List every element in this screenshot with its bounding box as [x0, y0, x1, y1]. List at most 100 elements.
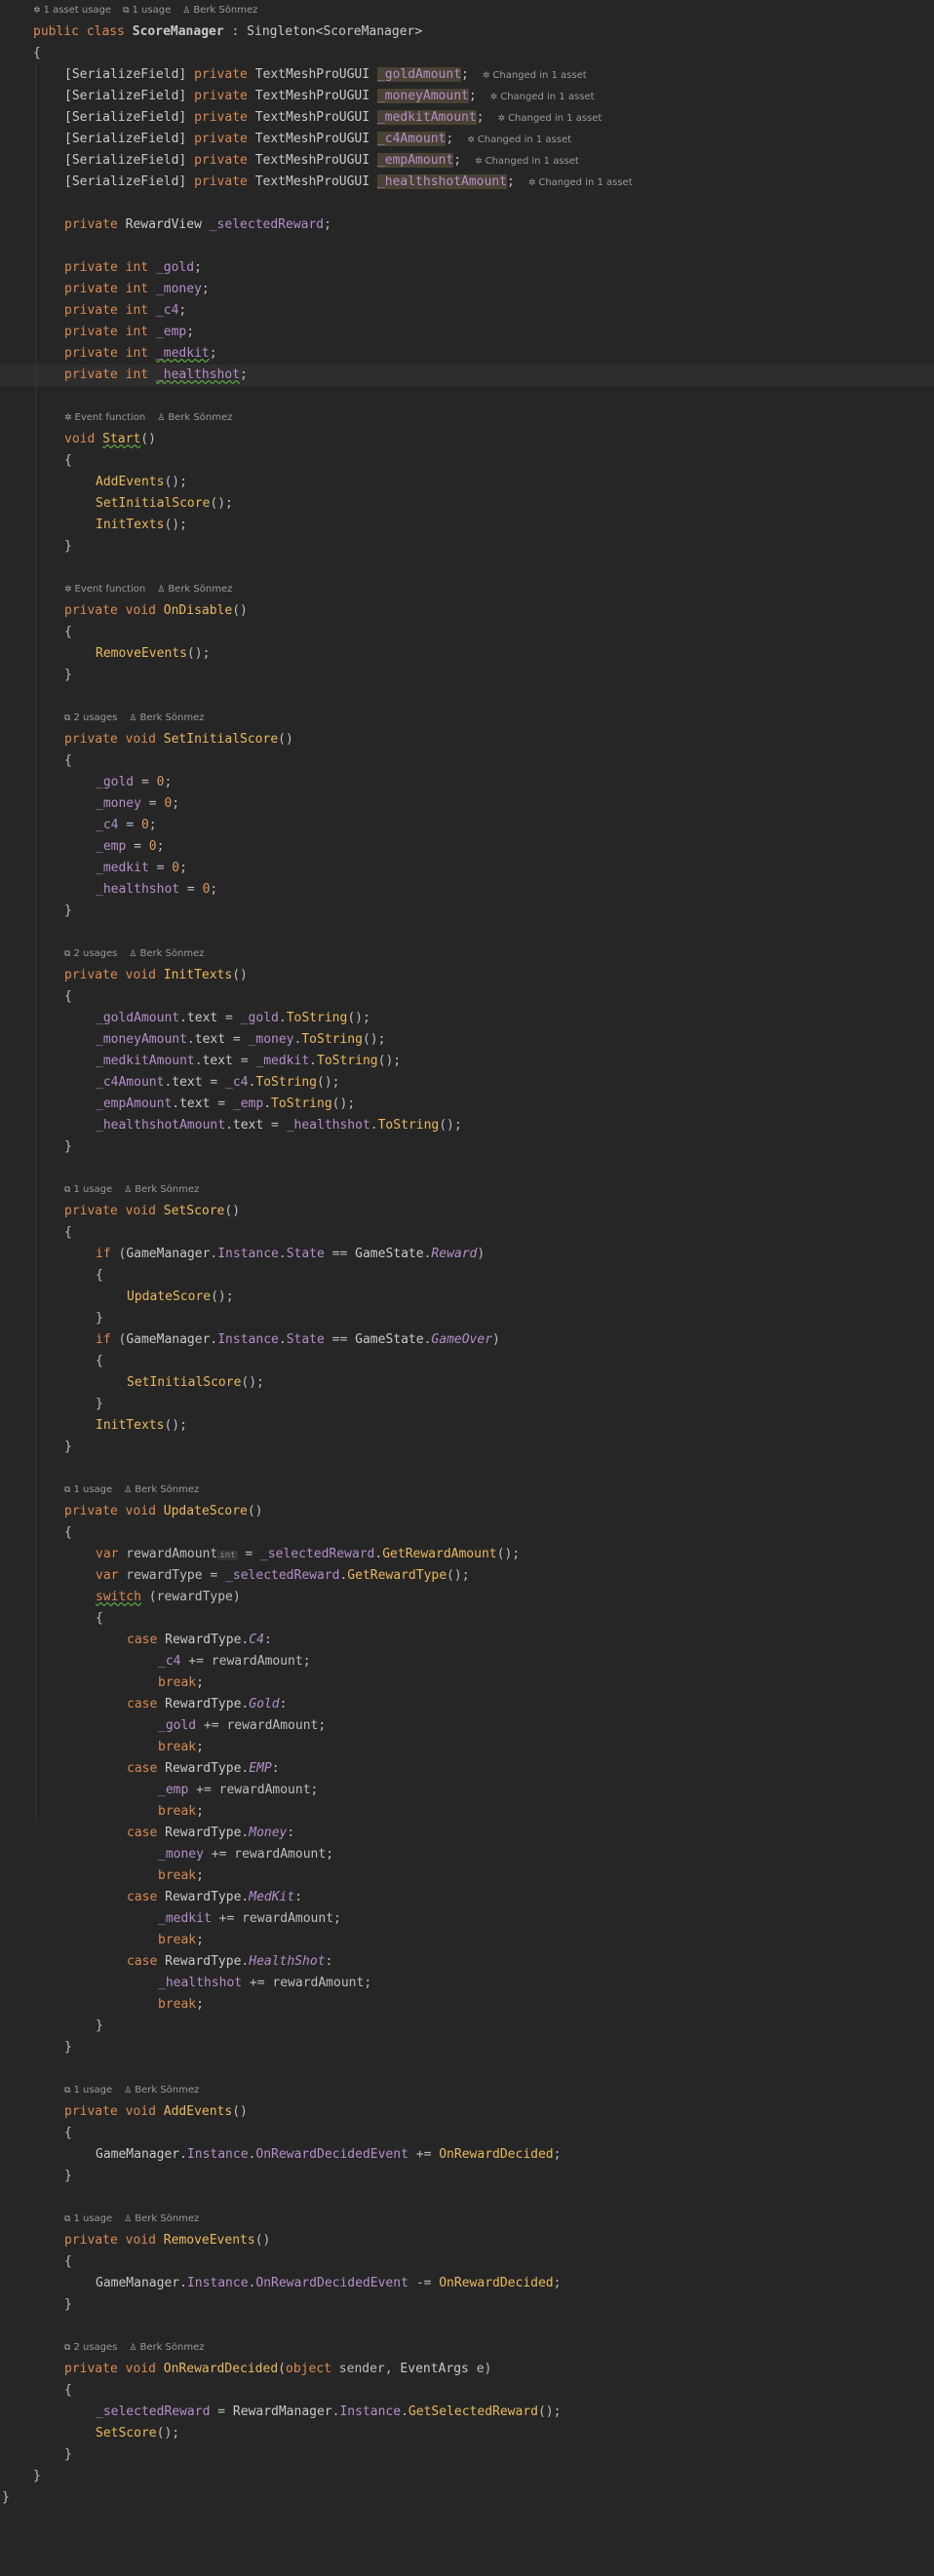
code-line[interactable]: GameManager.Instance.OnRewardDecidedEven…: [0, 2144, 934, 2166]
code-line[interactable]: var rewardAmount int = _selectedReward.Ge…: [0, 1544, 934, 1565]
changed-in-asset-hint[interactable]: ✲ Changed in 1 asset: [467, 135, 571, 145]
code-line[interactable]: {: [0, 450, 934, 472]
usage-hint[interactable]: ⧉ 1 usage: [123, 5, 171, 16]
author-hint[interactable]: ♙ Berk Sönmez: [124, 2213, 199, 2224]
author-hint[interactable]: ♙ Berk Sönmez: [124, 2085, 199, 2095]
changed-in-asset-hint[interactable]: ✲ Changed in 1 asset: [490, 92, 595, 102]
method-start[interactable]: void Start(): [0, 429, 934, 450]
code-line[interactable]: _healthshot = 0;: [0, 879, 934, 901]
code-line[interactable]: {: [0, 2123, 934, 2144]
changed-in-asset-hint[interactable]: ✲ Changed in 1 asset: [483, 70, 587, 81]
code-line[interactable]: break;: [0, 1930, 934, 1951]
code-line[interactable]: _money += rewardAmount;: [0, 1844, 934, 1865]
code-line[interactable]: _emp = 0;: [0, 836, 934, 858]
code-line[interactable]: _gold += rewardAmount;: [0, 1715, 934, 1737]
usages-hint[interactable]: ⧉ 2 usages: [64, 2342, 117, 2353]
code-line[interactable]: _gold = 0;: [0, 772, 934, 793]
author-hint[interactable]: ♙ Berk Sönmez: [157, 584, 232, 595]
code-line[interactable]: if (GameManager.Instance.State == GameSt…: [0, 1244, 934, 1265]
field-line[interactable]: private int _money;: [0, 279, 934, 300]
code-line[interactable]: }: [0, 1394, 934, 1415]
author-hint[interactable]: ♙ Berk Sönmez: [124, 1184, 199, 1195]
code-line[interactable]: }: [0, 2294, 934, 2316]
code-line[interactable]: }: [0, 1308, 934, 1329]
method-removeevents[interactable]: private void RemoveEvents(): [0, 2230, 934, 2251]
usages-hint[interactable]: ⧉ 1 usage: [64, 2213, 112, 2224]
code-line[interactable]: }: [0, 2016, 934, 2037]
method-setscore[interactable]: private void SetScore(): [0, 1201, 934, 1222]
code-line[interactable]: case RewardType.Gold:: [0, 1694, 934, 1715]
field-line[interactable]: private int _healthshot;: [0, 365, 934, 386]
code-line[interactable]: {: [0, 1522, 934, 1544]
code-line[interactable]: }: [0, 1136, 934, 1158]
code-line[interactable]: _selectedReward = RewardManager.Instance…: [0, 2402, 934, 2423]
code-line[interactable]: _c4 = 0;: [0, 815, 934, 836]
code-line[interactable]: {: [0, 2251, 934, 2273]
code-line[interactable]: _c4 += rewardAmount;: [0, 1651, 934, 1672]
code-line[interactable]: SetScore();: [0, 2423, 934, 2444]
namespace-closing-brace[interactable]: }: [0, 2487, 934, 2509]
code-line[interactable]: _healthshot += rewardAmount;: [0, 1973, 934, 1994]
code-line[interactable]: SetInitialScore();: [0, 493, 934, 515]
code-line[interactable]: _goldAmount.text = _gold.ToString();: [0, 1008, 934, 1029]
field-line[interactable]: private RewardView _selectedReward;: [0, 214, 934, 236]
code-line[interactable]: }: [0, 536, 934, 557]
code-line[interactable]: {: [0, 622, 934, 643]
code-line[interactable]: _moneyAmount.text = _money.ToString();: [0, 1029, 934, 1051]
method-updatescore[interactable]: private void UpdateScore(): [0, 1501, 934, 1522]
class-declaration[interactable]: public class ScoreManager : Singleton<Sc…: [0, 21, 934, 43]
changed-in-asset-hint[interactable]: ✲ Changed in 1 asset: [528, 177, 633, 188]
brace[interactable]: {: [0, 43, 934, 64]
code-line[interactable]: break;: [0, 1994, 934, 2016]
code-line[interactable]: SetInitialScore();: [0, 1372, 934, 1394]
code-line[interactable]: _empAmount.text = _emp.ToString();: [0, 1094, 934, 1115]
serialized-field-line[interactable]: [SerializeField] private TextMeshProUGUI…: [0, 150, 934, 172]
code-line[interactable]: }: [0, 2466, 934, 2487]
code-line[interactable]: _medkit += rewardAmount;: [0, 1908, 934, 1930]
event-function-hint[interactable]: ✲ Event function: [64, 412, 145, 423]
code-line[interactable]: {: [0, 986, 934, 1008]
code-line[interactable]: _c4Amount.text = _c4.ToString();: [0, 1072, 934, 1094]
code-line[interactable]: }: [0, 2444, 934, 2466]
code-line[interactable]: {: [0, 1608, 934, 1630]
code-line[interactable]: break;: [0, 1672, 934, 1694]
serialized-field-line[interactable]: [SerializeField] private TextMeshProUGUI…: [0, 86, 934, 107]
code-line[interactable]: }: [0, 1437, 934, 1458]
code-line[interactable]: case RewardType.Money:: [0, 1823, 934, 1844]
code-line[interactable]: {: [0, 2380, 934, 2402]
code-line[interactable]: if (GameManager.Instance.State == GameSt…: [0, 1329, 934, 1351]
usages-hint[interactable]: ⧉ 1 usage: [64, 2085, 112, 2095]
serialized-field-line[interactable]: [SerializeField] private TextMeshProUGUI…: [0, 107, 934, 129]
code-line[interactable]: _emp += rewardAmount;: [0, 1780, 934, 1801]
field-line[interactable]: private int _gold;: [0, 257, 934, 279]
code-line[interactable]: }: [0, 665, 934, 686]
author-hint[interactable]: ♙ Berk Sönmez: [182, 5, 257, 16]
serialized-field-line[interactable]: [SerializeField] private TextMeshProUGUI…: [0, 64, 934, 86]
code-line[interactable]: UpdateScore();: [0, 1287, 934, 1308]
code-line[interactable]: _healthshotAmount.text = _healthshot.ToS…: [0, 1115, 934, 1136]
code-line[interactable]: {: [0, 1222, 934, 1244]
code-line[interactable]: break;: [0, 1737, 934, 1758]
method-setinitialscore[interactable]: private void SetInitialScore(): [0, 729, 934, 750]
author-hint[interactable]: ♙ Berk Sönmez: [157, 412, 232, 423]
method-inittexts[interactable]: private void InitTexts(): [0, 965, 934, 986]
author-hint[interactable]: ♙ Berk Sönmez: [129, 948, 204, 959]
author-hint[interactable]: ♙ Berk Sönmez: [129, 2342, 204, 2353]
code-line[interactable]: }: [0, 2037, 934, 2058]
author-hint[interactable]: ♙ Berk Sönmez: [124, 1484, 199, 1495]
code-editor[interactable]: ✲ 1 asset usage ⧉ 1 usage ♙ Berk Sönmez public…: [0, 0, 934, 2576]
usages-hint[interactable]: ⧉ 2 usages: [64, 712, 117, 723]
code-line[interactable]: AddEvents();: [0, 472, 934, 493]
code-line[interactable]: InitTexts();: [0, 515, 934, 536]
code-line[interactable]: case RewardType.C4:: [0, 1630, 934, 1651]
method-onrewarddecided[interactable]: private void OnRewardDecided(object send…: [0, 2359, 934, 2380]
code-line[interactable]: _medkit = 0;: [0, 858, 934, 879]
code-line[interactable]: break;: [0, 1801, 934, 1823]
serialized-field-line[interactable]: [SerializeField] private TextMeshProUGUI…: [0, 129, 934, 150]
author-hint[interactable]: ♙ Berk Sönmez: [129, 712, 204, 723]
code-line[interactable]: {: [0, 750, 934, 772]
serialized-field-line[interactable]: [SerializeField] private TextMeshProUGUI…: [0, 172, 934, 193]
code-line[interactable]: case RewardType.HealthShot:: [0, 1951, 934, 1973]
code-line[interactable]: case RewardType.EMP:: [0, 1758, 934, 1780]
changed-in-asset-hint[interactable]: ✲ Changed in 1 asset: [498, 113, 603, 124]
